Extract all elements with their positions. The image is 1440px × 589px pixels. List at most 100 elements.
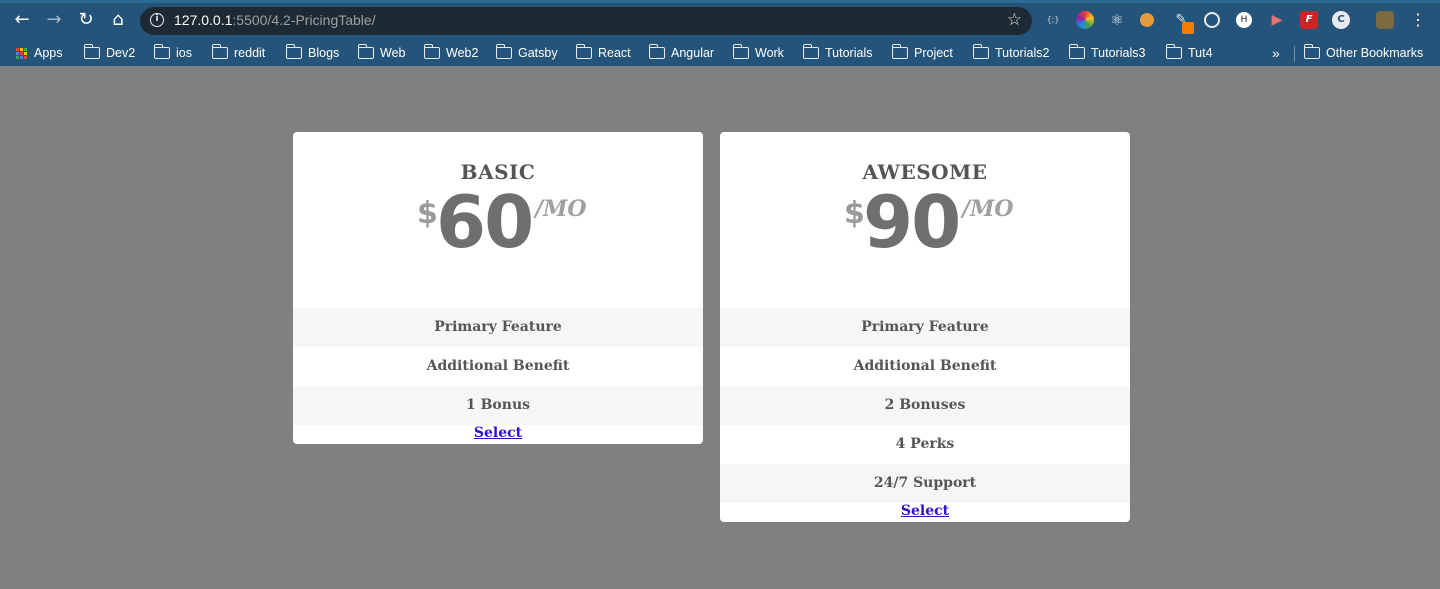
bookmark-tutorials2[interactable]: Tutorials2: [972, 44, 1050, 62]
f-extension-icon[interactable]: F: [1300, 11, 1318, 29]
pricing-card-basic: BASIC $ 60 /MO Primary Feature Additiona…: [293, 132, 703, 444]
price-amount: 60: [436, 180, 534, 264]
react-devtools-icon[interactable]: ⚛: [1108, 11, 1126, 29]
folder-icon: [285, 44, 302, 59]
avatar[interactable]: [1376, 11, 1394, 29]
folder-icon: [732, 44, 749, 59]
feature-item: Primary Feature: [293, 308, 703, 347]
select-basic-link[interactable]: Select: [293, 425, 703, 444]
folder-icon: [357, 44, 374, 59]
target-extension-icon[interactable]: [1204, 12, 1220, 28]
folder-icon: [495, 44, 512, 59]
bookmark-label: Tutorials: [825, 46, 873, 60]
bookmarks-bar: Apps Dev2 ios reddit Blogs Web Web2 Gats…: [0, 40, 1440, 66]
bookmark-react[interactable]: React: [575, 44, 631, 62]
kebab-menu-icon[interactable]: ⋮: [1408, 10, 1428, 30]
folder-icon: [972, 44, 989, 59]
folder-icon: [1068, 44, 1085, 59]
folder-icon: [83, 44, 100, 59]
feature-item: 2 Bonuses: [720, 386, 1130, 425]
feature-item: 24/7 Support: [720, 464, 1130, 503]
video-extension-icon[interactable]: ▶: [1268, 11, 1286, 29]
folder-icon: [211, 44, 228, 59]
folder-icon: [423, 44, 440, 59]
back-icon[interactable]: ←: [12, 10, 32, 30]
bookmark-reddit[interactable]: reddit: [211, 44, 266, 62]
bookmark-other[interactable]: Other Bookmarks: [1303, 44, 1424, 62]
feature-item: Additional Benefit: [853, 358, 997, 374]
folder-icon: [648, 44, 665, 59]
bookmark-label: Gatsby: [518, 46, 558, 60]
bookmark-work[interactable]: Work: [732, 44, 784, 62]
bookmark-tutorials3[interactable]: Tutorials3: [1068, 44, 1146, 62]
price-period: /MO: [535, 196, 587, 222]
c-extension-icon[interactable]: C: [1332, 11, 1350, 29]
bookmark-label: Angular: [671, 46, 715, 60]
bookmark-web2[interactable]: Web2: [423, 44, 479, 62]
folder-icon: [153, 44, 170, 59]
browser-toolbar: ← → ↻ ⌂ i 127.0.0.1:5500/4.2-PricingTabl…: [0, 0, 1440, 40]
forward-icon[interactable]: →: [44, 10, 64, 30]
folder-icon: [1303, 44, 1320, 59]
folder-icon: [891, 44, 908, 59]
bookmark-tutorials[interactable]: Tutorials: [802, 44, 873, 62]
bookmark-web[interactable]: Web: [357, 44, 406, 62]
cookie-extension-icon[interactable]: [1140, 13, 1154, 27]
bookmark-project[interactable]: Project: [891, 44, 953, 62]
bookmark-label: reddit: [234, 46, 266, 60]
url-path: :5500/4.2-PricingTable/: [232, 12, 376, 28]
bookmark-dev2[interactable]: Dev2: [83, 44, 136, 62]
card-header: AWESOME $ 90 /MO: [720, 132, 1130, 308]
page-viewport: BASIC $ 60 /MO Primary Feature Additiona…: [0, 66, 1440, 589]
feature-item: 4 Perks: [895, 436, 955, 452]
bookmark-label: Other Bookmarks: [1326, 46, 1424, 60]
bookmark-label: Web2: [446, 46, 479, 60]
extension-badge-icon: [1182, 22, 1194, 34]
bookmark-label: Tutorials3: [1091, 46, 1146, 60]
price-currency: $: [417, 196, 438, 231]
price-period: /MO: [962, 196, 1014, 222]
folder-icon: [575, 44, 592, 59]
url-host: 127.0.0.1: [174, 12, 233, 28]
reload-icon[interactable]: ↻: [76, 10, 96, 30]
feature-item: Primary Feature: [720, 308, 1130, 347]
bookmark-apps[interactable]: Apps: [16, 44, 63, 62]
address-bar[interactable]: i 127.0.0.1:5500/4.2-PricingTable/ ☆: [140, 7, 1032, 35]
bookmark-label: React: [598, 46, 631, 60]
bookmarks-overflow-icon[interactable]: »: [1272, 44, 1280, 62]
site-info-icon[interactable]: i: [150, 13, 164, 27]
feature-item: 1 Bonus: [293, 386, 703, 425]
folder-icon: [1165, 44, 1182, 59]
bookmark-label: Work: [755, 46, 784, 60]
bookmarks-divider: [1294, 46, 1295, 62]
price-currency: $: [844, 196, 865, 231]
tab-strip: [0, 0, 1440, 3]
home-icon[interactable]: ⌂: [108, 10, 128, 30]
bookmark-label: Tut4: [1188, 46, 1213, 60]
folder-icon: [802, 44, 819, 59]
feature-item: Additional Benefit: [426, 358, 570, 374]
bookmark-label: Project: [914, 46, 953, 60]
color-picker-extension-icon[interactable]: [1076, 11, 1094, 29]
bookmark-label: Apps: [34, 46, 63, 60]
h-extension-icon[interactable]: H: [1236, 12, 1252, 28]
bookmark-gatsby[interactable]: Gatsby: [495, 44, 558, 62]
bookmark-ios[interactable]: ios: [153, 44, 192, 62]
apps-grid-icon: [16, 47, 27, 59]
bookmark-label: Web: [380, 46, 406, 60]
bookmark-label: ios: [176, 46, 192, 60]
bookmark-star-icon[interactable]: ☆: [1007, 10, 1022, 30]
json-extension-icon[interactable]: {;}: [1044, 11, 1062, 29]
url-text[interactable]: 127.0.0.1:5500/4.2-PricingTable/: [174, 12, 376, 28]
bookmark-label: Blogs: [308, 46, 340, 60]
price: $ 90 /MO: [720, 180, 1130, 264]
bookmark-label: Tutorials2: [995, 46, 1050, 60]
pricing-card-awesome: AWESOME $ 90 /MO Primary Feature Additio…: [720, 132, 1130, 522]
bookmark-label: Dev2: [106, 46, 136, 60]
card-header: BASIC $ 60 /MO: [293, 132, 703, 308]
price-amount: 90: [863, 180, 961, 264]
bookmark-blogs[interactable]: Blogs: [285, 44, 340, 62]
bookmark-angular[interactable]: Angular: [648, 44, 715, 62]
select-awesome-link[interactable]: Select: [720, 503, 1130, 522]
bookmark-tut4[interactable]: Tut4: [1165, 44, 1213, 62]
